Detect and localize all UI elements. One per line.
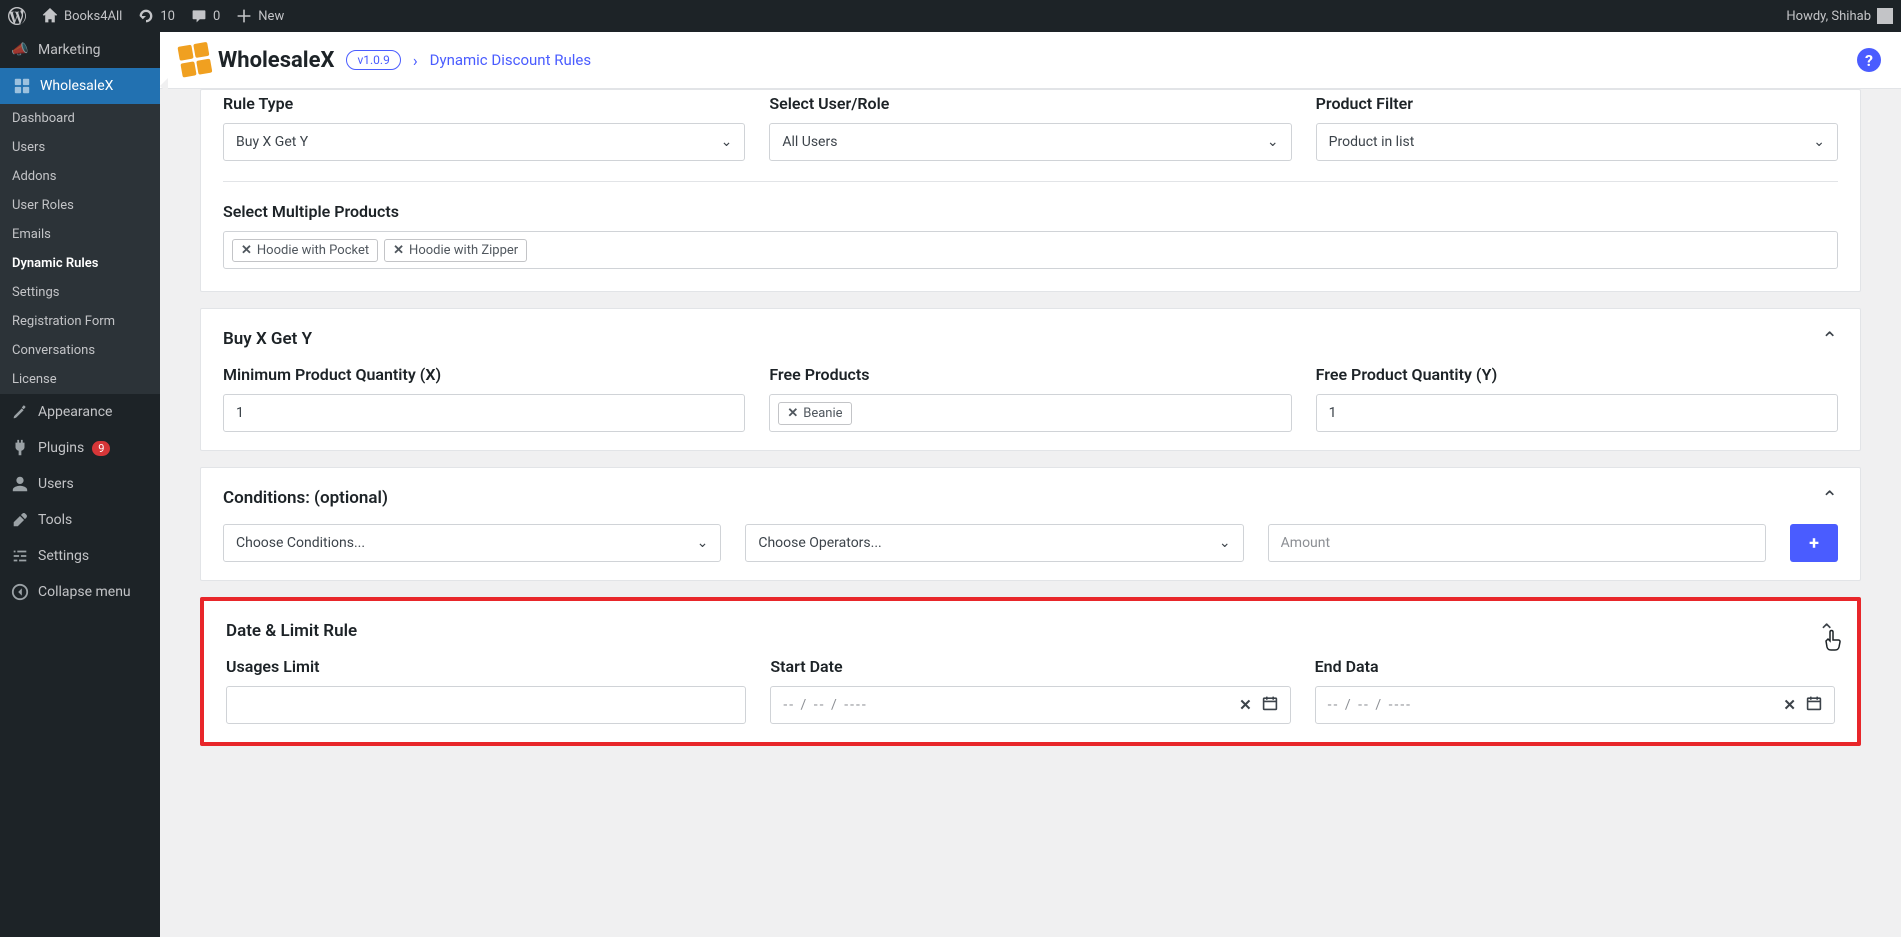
sidebar-item-settings-main[interactable]: Settings — [0, 538, 160, 574]
remove-tag-icon[interactable]: ✕ — [393, 243, 404, 258]
wrench-icon — [10, 510, 30, 530]
page-header: WholesaleX v1.0.9 › Dynamic Discount Rul… — [160, 32, 1901, 89]
sidebar-item-appearance[interactable]: Appearance — [0, 394, 160, 430]
panel-title: Conditions: (optional) — [223, 488, 388, 508]
comment-icon — [191, 8, 207, 24]
wholesalex-logo: WholesaleX — [180, 44, 334, 76]
chevron-down-icon: ⌄ — [1219, 535, 1231, 551]
free-qty-label: Free Product Quantity (Y) — [1316, 365, 1838, 384]
wp-admin-bar: Books4All 10 0 New Howdy, Shihab — [0, 0, 1901, 32]
clear-icon[interactable]: ✕ — [1783, 696, 1796, 714]
usages-limit-input[interactable] — [226, 686, 746, 724]
version-badge: v1.0.9 — [346, 50, 400, 70]
wholesalex-icon — [12, 76, 32, 96]
sub-item-emails[interactable]: Emails — [0, 220, 160, 249]
amount-input[interactable] — [1268, 524, 1766, 562]
calendar-icon[interactable] — [1262, 695, 1278, 715]
sub-item-settings[interactable]: Settings — [0, 278, 160, 307]
sidebar-item-plugins[interactable]: Plugins 9 — [0, 430, 160, 466]
sub-item-conversations[interactable]: Conversations — [0, 336, 160, 365]
select-products-label: Select Multiple Products — [223, 202, 1838, 221]
logo-icon — [177, 41, 214, 78]
user-menu[interactable]: Howdy, Shihab — [1786, 8, 1893, 24]
marketing-icon: 📣 — [10, 40, 30, 60]
start-date-input[interactable]: -- / -- / ---- ✕ — [770, 686, 1290, 724]
new-link[interactable]: New — [236, 8, 284, 24]
wp-logo[interactable] — [8, 7, 26, 25]
sidebar-item-users-main[interactable]: Users — [0, 466, 160, 502]
chevron-down-icon: ⌄ — [697, 535, 709, 551]
free-products-label: Free Products — [769, 365, 1291, 384]
collapse-icon — [10, 582, 30, 602]
free-products-input[interactable]: ✕ Beanie — [769, 394, 1291, 432]
select-user-select[interactable]: All Users ⌄ — [769, 123, 1291, 161]
plugins-badge: 9 — [92, 441, 110, 456]
panel-title: Buy X Get Y — [223, 329, 312, 349]
site-name-link[interactable]: Books4All — [42, 8, 122, 24]
brush-icon — [10, 402, 30, 422]
sub-item-dynamic-rules[interactable]: Dynamic Rules — [0, 249, 160, 278]
panel-title: Date & Limit Rule — [226, 621, 357, 641]
product-tag: ✕ Hoodie with Pocket — [232, 239, 378, 262]
user-icon — [10, 474, 30, 494]
conditions-select[interactable]: Choose Conditions... ⌄ — [223, 524, 721, 562]
sidebar-item-marketing[interactable]: 📣 Marketing — [0, 32, 160, 68]
collapse-icon[interactable]: ⌃ — [1821, 327, 1838, 351]
product-filter-label: Product Filter — [1316, 94, 1838, 113]
main-content: WholesaleX v1.0.9 › Dynamic Discount Rul… — [160, 32, 1901, 937]
operators-select[interactable]: Choose Operators... ⌄ — [745, 524, 1243, 562]
free-qty-input[interactable] — [1316, 394, 1838, 432]
rule-config-panel: Rule Type Buy X Get Y ⌄ Select User/Role… — [200, 89, 1861, 292]
chevron-right-icon: › — [413, 51, 418, 70]
min-qty-label: Minimum Product Quantity (X) — [223, 365, 745, 384]
sidebar-item-collapse[interactable]: Collapse menu — [0, 574, 160, 610]
sub-item-user-roles[interactable]: User Roles — [0, 191, 160, 220]
plus-icon — [236, 8, 252, 24]
end-date-label: End Data — [1315, 657, 1835, 676]
rule-type-label: Rule Type — [223, 94, 745, 113]
products-tag-input[interactable]: ✕ Hoodie with Pocket ✕ Hoodie with Zippe… — [223, 231, 1838, 269]
add-condition-button[interactable]: + — [1790, 524, 1838, 562]
conditions-panel: Conditions: (optional) ⌃ Choose Conditio… — [200, 467, 1861, 581]
free-product-tag: ✕ Beanie — [778, 402, 851, 425]
product-filter-select[interactable]: Product in list ⌄ — [1316, 123, 1838, 161]
sub-item-users[interactable]: Users — [0, 133, 160, 162]
help-icon[interactable]: ? — [1857, 48, 1881, 72]
updates-link[interactable]: 10 — [138, 8, 175, 24]
comments-link[interactable]: 0 — [191, 8, 220, 24]
usages-limit-label: Usages Limit — [226, 657, 746, 676]
plug-icon — [10, 438, 30, 458]
remove-tag-icon[interactable]: ✕ — [787, 406, 798, 421]
collapse-icon[interactable]: ⌃ — [1821, 486, 1838, 510]
sidebar-item-wholesalex[interactable]: WholesaleX — [0, 68, 160, 104]
sliders-icon — [10, 546, 30, 566]
collapse-icon[interactable]: ⌃ — [1818, 619, 1835, 643]
admin-sidebar: 📣 Marketing WholesaleX Dashboard Users A… — [0, 32, 160, 937]
end-date-input[interactable]: -- / -- / ---- ✕ — [1315, 686, 1835, 724]
avatar — [1877, 8, 1893, 24]
chevron-down-icon: ⌄ — [1813, 134, 1825, 150]
date-limit-panel: Date & Limit Rule ⌃ Usages Limit Start D… — [200, 597, 1861, 746]
sub-item-registration-form[interactable]: Registration Form — [0, 307, 160, 336]
rule-type-select[interactable]: Buy X Get Y ⌄ — [223, 123, 745, 161]
sidebar-item-tools[interactable]: Tools — [0, 502, 160, 538]
wordpress-icon — [8, 7, 26, 25]
sub-item-dashboard[interactable]: Dashboard — [0, 104, 160, 133]
select-user-label: Select User/Role — [769, 94, 1291, 113]
remove-tag-icon[interactable]: ✕ — [241, 243, 252, 258]
sub-item-addons[interactable]: Addons — [0, 162, 160, 191]
start-date-label: Start Date — [770, 657, 1290, 676]
refresh-icon — [138, 8, 154, 24]
clear-icon[interactable]: ✕ — [1239, 696, 1252, 714]
home-icon — [42, 8, 58, 24]
min-qty-input[interactable] — [223, 394, 745, 432]
buy-x-get-y-panel: Buy X Get Y ⌃ Minimum Product Quantity (… — [200, 308, 1861, 451]
chevron-down-icon: ⌄ — [1267, 134, 1279, 150]
product-tag: ✕ Hoodie with Zipper — [384, 239, 527, 262]
breadcrumb[interactable]: Dynamic Discount Rules — [430, 51, 591, 69]
chevron-down-icon: ⌄ — [721, 134, 733, 150]
calendar-icon[interactable] — [1806, 695, 1822, 715]
sub-item-license[interactable]: License — [0, 365, 160, 394]
